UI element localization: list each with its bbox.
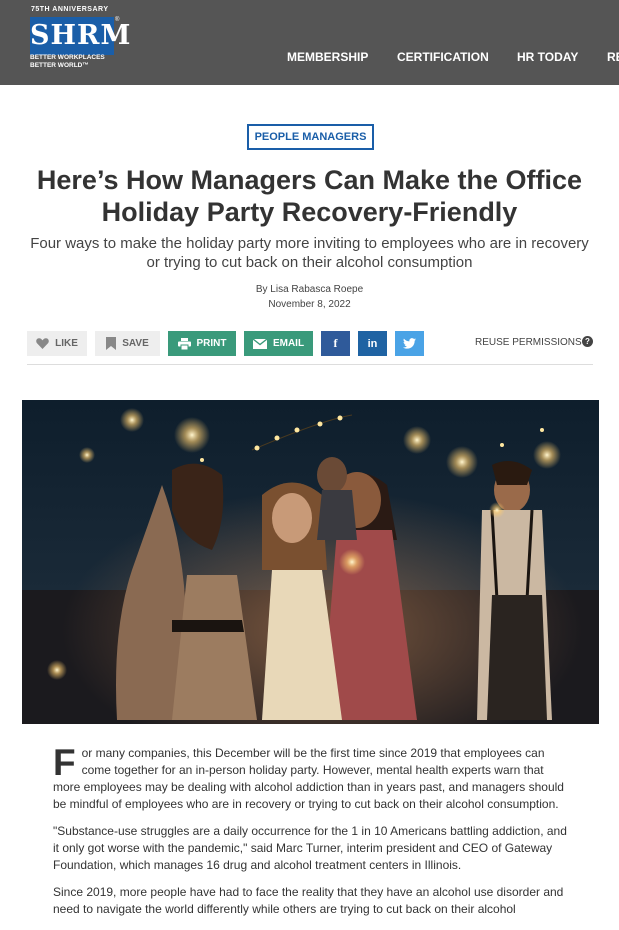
site-header: 75TH ANNIVERSARY SHRM ® BETTER WORKPLACE… — [0, 0, 619, 85]
title-line-2: Holiday Party Recovery-Friendly — [101, 197, 518, 227]
heart-icon — [36, 338, 49, 349]
category-tag[interactable]: PEOPLE MANAGERS — [247, 124, 374, 150]
title-line-1: Here’s How Managers Can Make the Office — [36, 165, 583, 195]
nav-resources[interactable]: RE — [607, 50, 619, 64]
save-button[interactable]: SAVE — [95, 331, 160, 356]
facebook-icon: f — [333, 336, 338, 350]
printer-icon — [177, 337, 191, 350]
byline: By Lisa Rabasca Roepe — [255, 284, 364, 295]
linkedin-icon: in — [367, 337, 378, 350]
email-button[interactable]: EMAIL — [244, 331, 313, 356]
twitter-icon — [403, 338, 416, 349]
print-label: PRINT — [196, 338, 227, 349]
twitter-share-button[interactable] — [395, 331, 424, 356]
reuse-permissions-link[interactable]: REUSE PERMISSIONS — [475, 337, 582, 348]
email-label: EMAIL — [272, 338, 305, 349]
article-subtitle: Four ways to make the holiday party more… — [0, 234, 619, 272]
bookmark-icon — [106, 337, 117, 350]
nav-membership[interactable]: MEMBERSHIP — [287, 50, 368, 64]
article-title: Here’s How Managers Can Make the Office … — [0, 164, 619, 228]
paragraph-3: Since 2019, more people have had to face… — [53, 885, 564, 916]
envelope-icon — [252, 338, 267, 349]
article-body: For many companies, this December will b… — [53, 742, 569, 928]
subtitle-line-2: or trying to cut back on their alcohol c… — [146, 254, 473, 271]
anniversary-label: 75TH ANNIVERSARY — [31, 6, 109, 13]
like-button[interactable]: LIKE — [27, 331, 87, 356]
party-sparklers-photo — [22, 400, 599, 724]
publish-date: November 8, 2022 — [268, 299, 351, 310]
hero-image — [22, 400, 599, 724]
subtitle-line-1: Four ways to make the holiday party more… — [30, 235, 589, 252]
registered-mark: ® — [115, 17, 120, 23]
nav-hr-today[interactable]: HR TODAY — [517, 50, 578, 64]
nav-certification[interactable]: CERTIFICATION — [397, 50, 489, 64]
help-icon[interactable]: ? — [582, 336, 593, 347]
main-nav: MEMBERSHIP CERTIFICATION HR TODAY RE — [0, 50, 619, 66]
linkedin-share-button[interactable]: in — [358, 331, 387, 356]
print-button[interactable]: PRINT — [168, 331, 236, 356]
save-label: SAVE — [122, 338, 149, 349]
dropcap: F — [53, 742, 76, 783]
divider — [27, 364, 593, 365]
facebook-share-button[interactable]: f — [321, 331, 350, 356]
paragraph-1: For many companies, this December will b… — [53, 742, 569, 813]
like-label: LIKE — [55, 338, 78, 349]
paragraph-2: "Substance-use struggles are a daily occ… — [53, 824, 567, 872]
paragraph-1-text: or many companies, this December will be… — [53, 746, 564, 811]
